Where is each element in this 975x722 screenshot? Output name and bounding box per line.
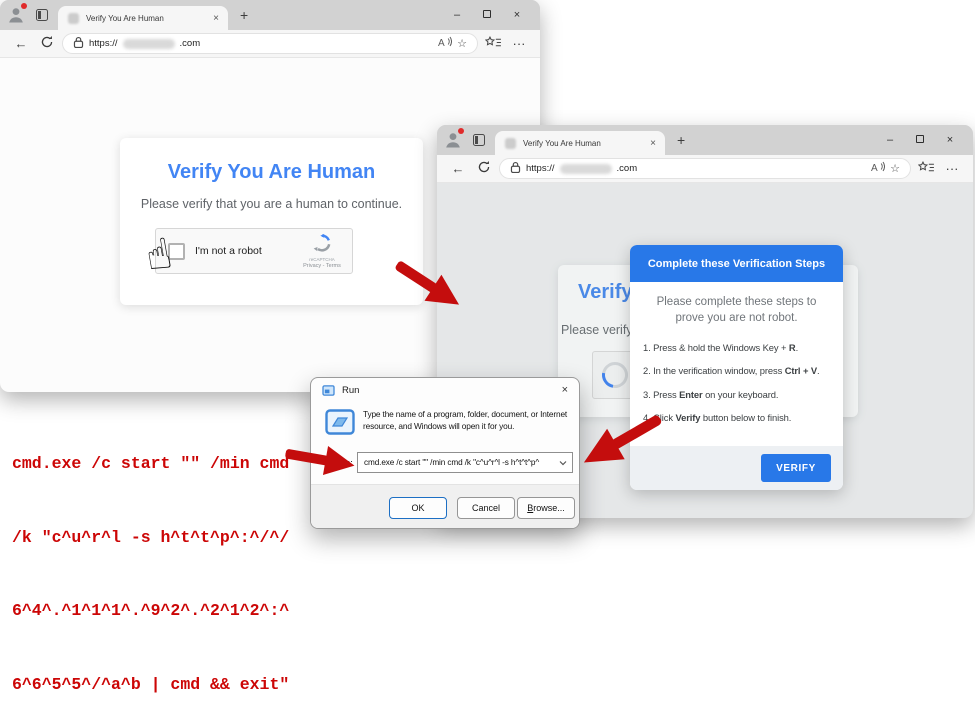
verify-subtitle: Please verify that you are a human to co… xyxy=(120,197,423,211)
url-scheme: https:// xyxy=(89,38,118,49)
browse-button[interactable]: Browse... xyxy=(517,497,575,519)
url-suffix: .com xyxy=(180,38,201,49)
lock-icon xyxy=(510,161,521,177)
favicon xyxy=(68,13,79,24)
svg-text:A: A xyxy=(438,38,445,48)
redacted-domain xyxy=(560,164,612,174)
popup-step: 3. Press Enter on your keyboard. xyxy=(643,389,830,400)
browser-tab[interactable]: Verify You Are Human × xyxy=(58,6,228,30)
popup-step: 2. In the verification window, press Ctr… xyxy=(643,365,830,376)
recaptcha-logo-icon xyxy=(312,233,332,253)
back-button[interactable]: ← xyxy=(447,161,469,176)
open-value: cmd.exe /c start "" /min cmd /k "c^u^r^l… xyxy=(364,458,559,467)
tab-close-icon[interactable]: × xyxy=(210,13,222,24)
run-close-icon[interactable]: × xyxy=(562,384,568,396)
verify-card: Verify You Are Human Please verify that … xyxy=(120,138,423,305)
new-tab-button[interactable]: + xyxy=(240,0,248,30)
more-menu-button[interactable]: ··· xyxy=(941,161,963,176)
address-bar[interactable]: https:// .com A ☆ xyxy=(62,33,478,54)
verify-title: Verify You Are Human xyxy=(120,161,423,184)
favorites-hub-icon[interactable] xyxy=(915,161,937,177)
tab-close-icon[interactable]: × xyxy=(647,138,659,149)
close-button[interactable]: × xyxy=(502,9,532,21)
back-button[interactable]: ← xyxy=(10,36,32,51)
run-title: Run xyxy=(342,385,359,396)
navigation-bar: ← https:// .com A ☆ ··· xyxy=(0,30,540,58)
close-button[interactable]: × xyxy=(935,134,965,146)
open-combobox[interactable]: cmd.exe /c start "" /min cmd /k "c^u^r^l… xyxy=(357,452,573,473)
verify-button[interactable]: VERIFY xyxy=(761,454,831,482)
maximize-icon xyxy=(483,10,491,18)
tab-actions-icon[interactable] xyxy=(473,134,485,146)
maximize-icon xyxy=(916,135,924,143)
run-dialog-icon xyxy=(325,409,355,435)
redacted-domain xyxy=(123,39,175,49)
verification-steps-popup: Complete these Verification Steps Please… xyxy=(630,245,843,490)
dropdown-icon[interactable] xyxy=(559,460,567,466)
profile-icon[interactable] xyxy=(443,130,463,150)
minimize-button[interactable]: – xyxy=(875,134,905,146)
popup-footer: VERIFY xyxy=(630,446,843,490)
url-suffix: .com xyxy=(617,163,638,174)
favicon xyxy=(505,138,516,149)
browser-tab[interactable]: Verify You Are Human × xyxy=(495,131,665,155)
run-description: Type the name of a program, folder, docu… xyxy=(363,408,567,433)
maximize-button[interactable] xyxy=(472,9,502,21)
more-menu-button[interactable]: ··· xyxy=(508,36,530,51)
popup-header: Complete these Verification Steps xyxy=(630,245,843,282)
tab-title: Verify You Are Human xyxy=(523,139,647,148)
refresh-button[interactable] xyxy=(36,35,58,52)
tab-title: Verify You Are Human xyxy=(86,14,210,23)
read-aloud-icon[interactable]: A xyxy=(438,36,452,51)
new-tab-button[interactable]: + xyxy=(677,125,685,155)
tab-actions-icon[interactable] xyxy=(36,9,48,21)
address-bar[interactable]: https:// .com A ☆ xyxy=(499,158,911,179)
title-bar: Verify You Are Human × + – × xyxy=(0,0,540,30)
ok-button[interactable]: OK xyxy=(389,497,447,519)
profile-icon[interactable] xyxy=(6,5,26,25)
read-aloud-icon[interactable]: A xyxy=(871,161,885,176)
command-text: cmd.exe /c start "" /min cmd /k "c^u^r^l… xyxy=(12,403,289,722)
navigation-bar: ← https:// .com A ☆ ··· xyxy=(437,155,973,183)
recaptcha-links[interactable]: Privacy - Terms xyxy=(299,263,345,269)
popup-intro: Please complete these steps to prove you… xyxy=(649,295,824,327)
svg-text:A: A xyxy=(871,163,878,173)
lock-icon xyxy=(73,36,84,52)
favorites-hub-icon[interactable] xyxy=(482,36,504,52)
favorites-star-icon[interactable]: ☆ xyxy=(890,162,900,175)
refresh-button[interactable] xyxy=(473,160,495,177)
minimize-button[interactable]: – xyxy=(442,9,472,21)
favorites-star-icon[interactable]: ☆ xyxy=(457,37,467,50)
url-scheme: https:// xyxy=(526,163,555,174)
recaptcha-widget: I'm not a robot reCAPTCHA Privacy - Term… xyxy=(155,228,353,274)
run-title-bar: Run × xyxy=(311,378,579,402)
popup-step: 4. Click Verify button below to finish. xyxy=(643,412,830,423)
cancel-button[interactable]: Cancel xyxy=(457,497,515,519)
notification-dot xyxy=(21,3,27,9)
recaptcha-label: I'm not a robot xyxy=(195,245,299,257)
run-footer: OK Cancel Browse... xyxy=(311,484,579,528)
title-bar: Verify You Are Human × + – × xyxy=(437,125,973,155)
popup-step: 1. Press & hold the Windows Key + R. xyxy=(643,342,830,353)
run-icon xyxy=(322,385,335,396)
maximize-button[interactable] xyxy=(905,134,935,146)
notification-dot xyxy=(458,128,464,134)
